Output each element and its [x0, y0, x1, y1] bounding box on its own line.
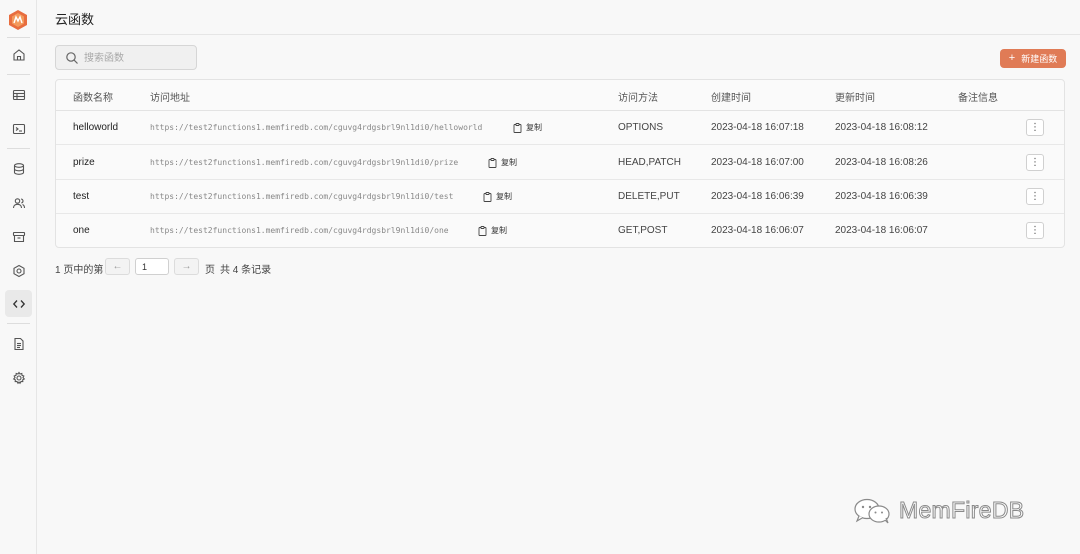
table-row: helloworld https://test2functions1.memfi… [56, 111, 1064, 145]
sidebar-item-auth[interactable] [5, 189, 32, 216]
sidebar-item-extensions[interactable] [5, 257, 32, 284]
search-input[interactable] [84, 49, 192, 67]
copy-url-button[interactable]: 复制 [513, 122, 542, 133]
more-vertical-icon: ⋮ [1030, 156, 1040, 168]
sidebar-divider [7, 148, 30, 149]
arrow-right-icon: → [181, 261, 192, 272]
function-name: helloworld [73, 122, 119, 133]
copy-label: 复制 [526, 123, 542, 132]
table-row: test https://test2functions1.memfiredb.c… [56, 180, 1064, 214]
page-header: 云函数 [38, 0, 1080, 35]
column-header-name: 函数名称 [73, 93, 113, 104]
column-header-method: 访问方法 [618, 93, 658, 104]
function-updated: 2023-04-18 16:08:12 [835, 122, 928, 133]
new-function-label: 新建函数 [1021, 54, 1058, 64]
function-created: 2023-04-18 16:07:18 [711, 122, 804, 133]
function-method: OPTIONS [618, 122, 664, 133]
row-actions-button[interactable]: ⋮ [1026, 119, 1044, 136]
copy-label: 复制 [501, 158, 517, 167]
function-updated: 2023-04-18 16:06:07 [835, 225, 928, 236]
function-name: test [73, 191, 90, 202]
copy-label: 复制 [496, 192, 512, 201]
search-icon [66, 52, 78, 64]
more-vertical-icon: ⋮ [1030, 190, 1040, 202]
sidebar-divider [7, 37, 30, 38]
functions-table: 函数名称 访问地址 访问方法 创建时间 更新时间 备注信息 helloworld… [55, 79, 1065, 248]
terminal-icon [12, 123, 25, 134]
copy-url-button[interactable]: 复制 [483, 191, 512, 202]
gear-icon [12, 371, 25, 384]
function-updated: 2023-04-18 16:08:26 [835, 157, 928, 168]
function-updated: 2023-04-18 16:06:39 [835, 191, 928, 202]
function-created: 2023-04-18 16:07:00 [711, 157, 804, 168]
table-row: prize https://test2functions1.memfiredb.… [56, 146, 1064, 180]
more-vertical-icon: ⋮ [1030, 121, 1040, 133]
sidebar-item-cloud-functions[interactable] [5, 290, 32, 317]
memfire-logo-icon [9, 10, 27, 30]
function-url: https://test2functions1.memfiredb.com/cg… [150, 226, 449, 235]
column-header-updated: 更新时间 [835, 93, 875, 104]
main-content: 云函数 + 新建函数 函数名称 访问地址 访问方法 创建时间 更新时间 备注信息… [38, 0, 1080, 554]
pagination-total: 共 4 条记录 [220, 265, 272, 276]
document-icon [13, 337, 24, 350]
next-page-button[interactable]: → [174, 258, 199, 275]
hexagon-icon [12, 264, 25, 277]
app-window: 云函数 + 新建函数 函数名称 访问地址 访问方法 创建时间 更新时间 备注信息… [0, 0, 1080, 554]
home-icon [12, 48, 25, 61]
new-function-button[interactable]: + 新建函数 [1000, 49, 1066, 68]
function-created: 2023-04-18 16:06:39 [711, 191, 804, 202]
wechat-icon [854, 498, 890, 523]
more-vertical-icon: ⋮ [1030, 224, 1040, 236]
sidebar-divider [7, 323, 30, 324]
page-title: 云函数 [55, 12, 95, 27]
page-number-input[interactable] [135, 258, 169, 275]
clipboard-icon [478, 225, 487, 236]
sidebar-item-docs[interactable] [5, 330, 32, 357]
row-actions-button[interactable]: ⋮ [1026, 154, 1044, 171]
function-method: DELETE,PUT [618, 191, 680, 202]
watermark-text: MemFireDB [898, 497, 1025, 524]
function-url: https://test2functions1.memfiredb.com/cg… [150, 158, 459, 167]
users-icon [12, 197, 25, 208]
sidebar-item-database[interactable] [5, 155, 32, 182]
watermark: MemFireDB [853, 497, 1025, 524]
archive-icon [12, 231, 25, 242]
sidebar-item-home[interactable] [5, 41, 32, 68]
function-url: https://test2functions1.memfiredb.com/cg… [150, 192, 454, 201]
row-actions-button[interactable]: ⋮ [1026, 188, 1044, 205]
column-header-url: 访问地址 [150, 93, 190, 104]
search-box[interactable] [55, 45, 197, 70]
row-actions-button[interactable]: ⋮ [1026, 222, 1044, 239]
table-row: one https://test2functions1.memfiredb.co… [56, 214, 1064, 248]
table-header: 函数名称 访问地址 访问方法 创建时间 更新时间 备注信息 [56, 80, 1064, 111]
code-icon [12, 299, 25, 308]
database-icon [13, 162, 24, 175]
sidebar-item-storage[interactable] [5, 223, 32, 250]
clipboard-icon [483, 191, 492, 202]
plus-icon: + [1008, 52, 1016, 64]
sidebar-item-sql-editor[interactable] [5, 115, 32, 142]
sidebar-item-settings[interactable] [5, 364, 32, 391]
function-created: 2023-04-18 16:06:07 [711, 225, 804, 236]
prev-page-button[interactable]: ← [105, 258, 130, 275]
arrow-left-icon: ← [112, 261, 123, 272]
pagination-suffix: 页 [205, 265, 215, 276]
copy-label: 复制 [491, 226, 507, 235]
clipboard-icon [513, 122, 522, 133]
column-header-note: 备注信息 [958, 93, 998, 104]
sidebar-divider [7, 74, 30, 75]
clipboard-icon [488, 157, 497, 168]
pagination-prefix: 1 页中的第 [55, 265, 104, 276]
function-method: GET,POST [618, 225, 668, 236]
function-name: prize [73, 157, 95, 168]
column-header-created: 创建时间 [711, 93, 751, 104]
table-icon [12, 89, 25, 100]
function-url: https://test2functions1.memfiredb.com/cg… [150, 123, 483, 132]
copy-url-button[interactable]: 复制 [488, 157, 517, 168]
copy-url-button[interactable]: 复制 [478, 225, 507, 236]
function-name: one [73, 225, 90, 236]
function-method: HEAD,PATCH [618, 157, 681, 168]
sidebar-item-table-editor[interactable] [5, 81, 32, 108]
sidebar [0, 0, 37, 554]
